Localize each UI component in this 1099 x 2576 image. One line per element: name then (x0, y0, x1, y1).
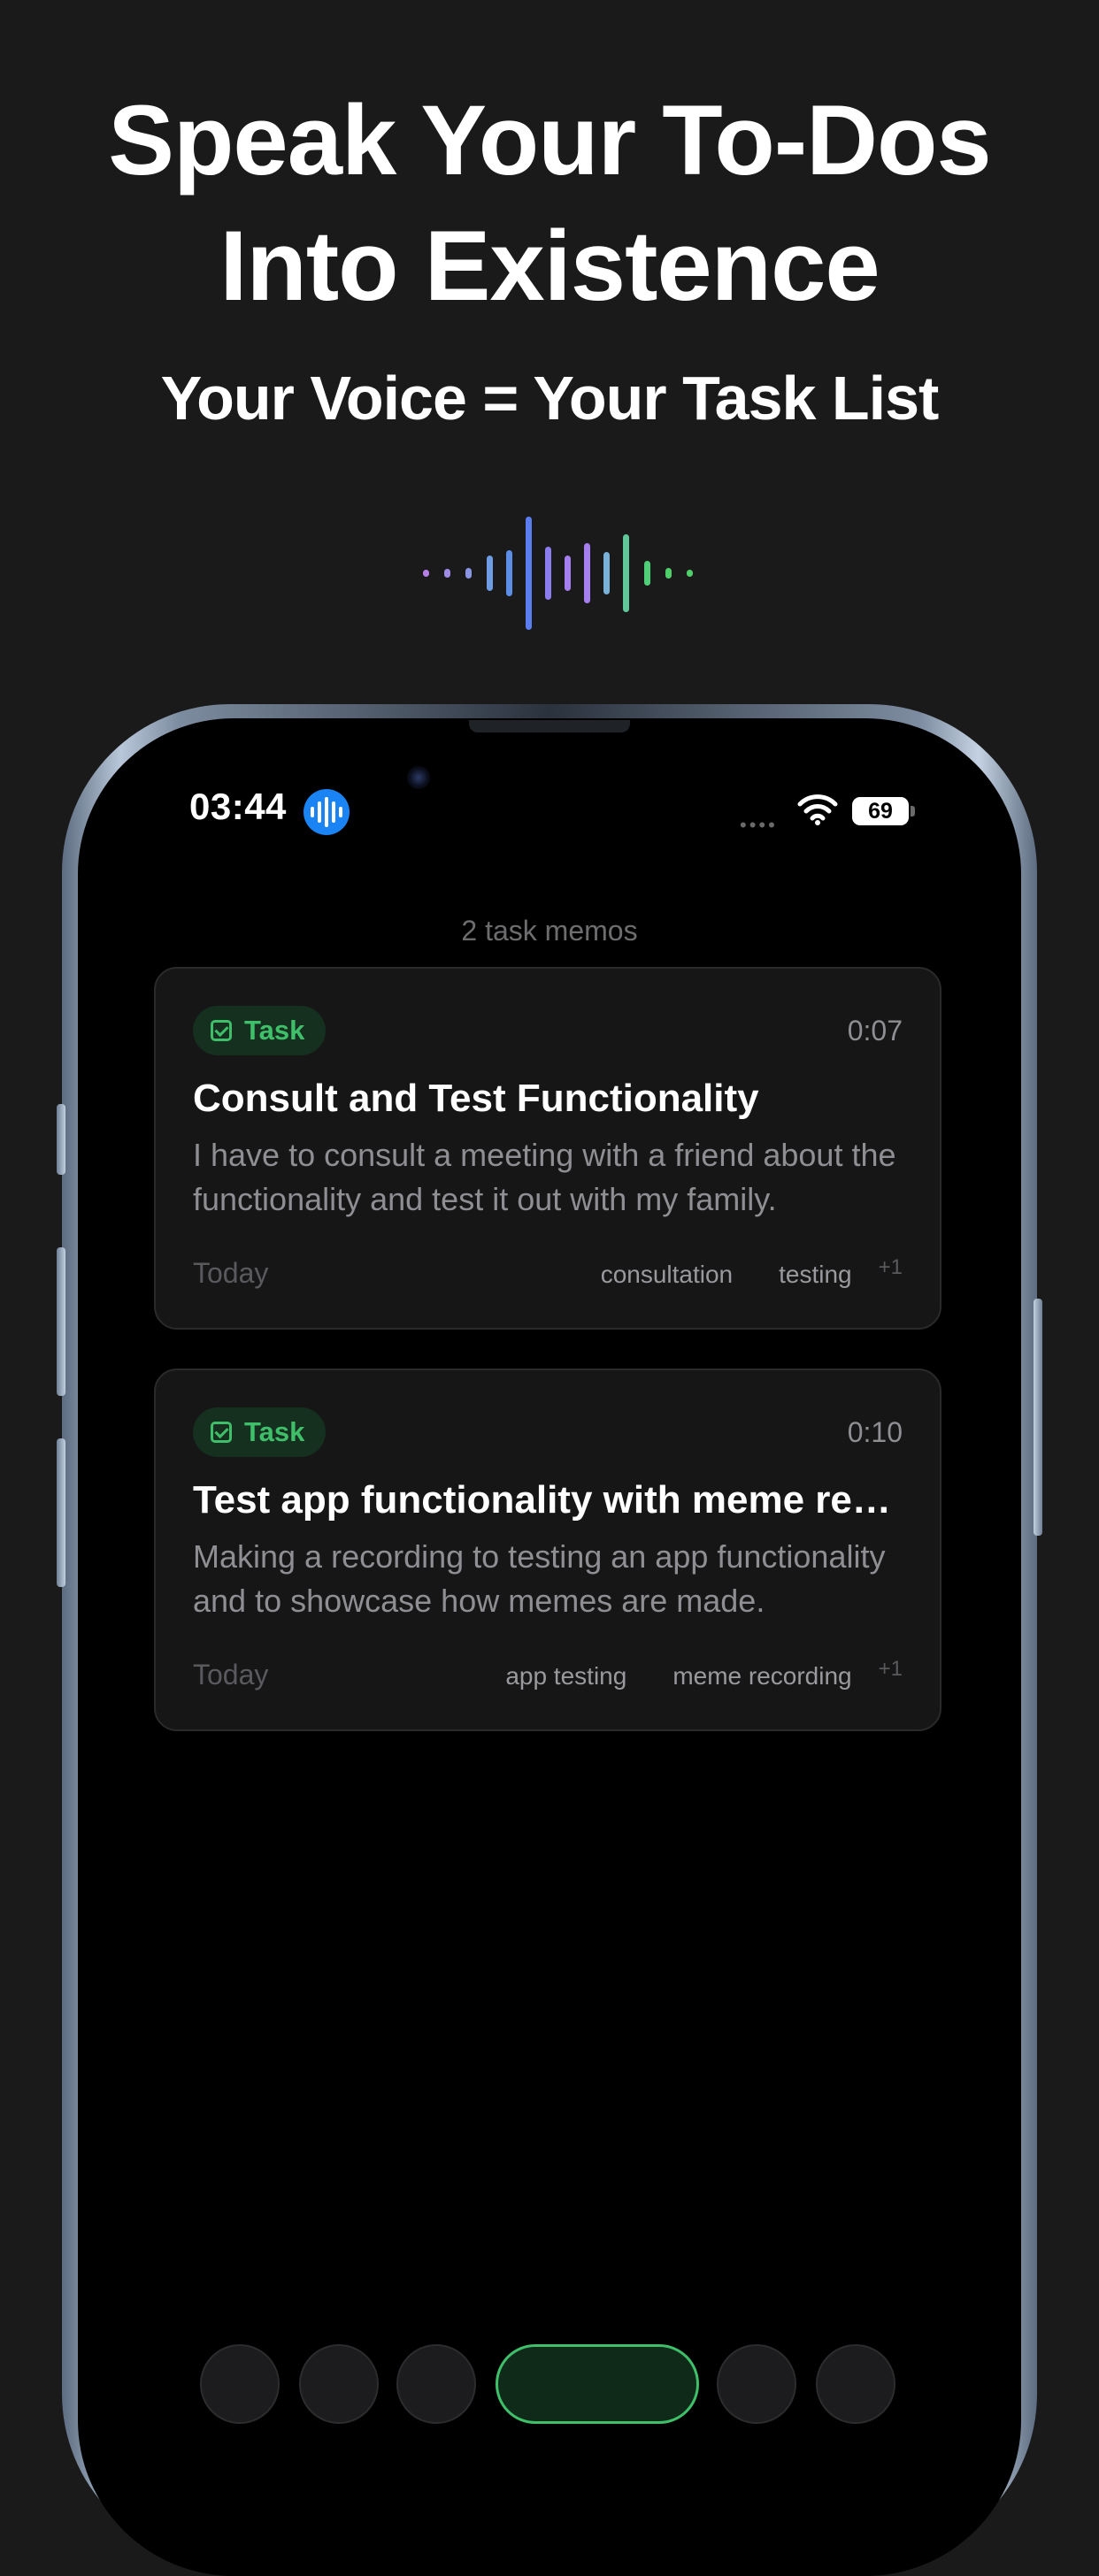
tab-favorites[interactable] (816, 2344, 895, 2424)
more-tags-count: +1 (878, 1255, 903, 1279)
tag[interactable]: consultation (601, 1261, 733, 1289)
memo-card[interactable]: Task 0:07 Consult and Test Functionality… (154, 967, 941, 1330)
headline-line-1: Speak Your To-Dos (108, 85, 991, 196)
voice-waveform-icon (416, 511, 693, 635)
memo-summary: I have to consult a meeting with a frien… (193, 1137, 896, 1217)
badge-label: Task (244, 1416, 305, 1447)
tag[interactable]: app testing (505, 1662, 626, 1690)
memo-date: Today (193, 1659, 269, 1690)
headline-line-2: Into Existence (219, 211, 880, 321)
hero-subhead: Your Voice = Your Task List (160, 364, 940, 433)
side-power-button (1034, 1299, 1042, 1536)
siri-waveform-icon[interactable] (304, 789, 350, 835)
memo-summary: Making a recording to testing an app fun… (193, 1538, 886, 1619)
volume-up-button (57, 1247, 65, 1396)
tag[interactable]: meme recording (672, 1662, 851, 1690)
memo-title: Test app functionality with meme recordi… (193, 1478, 906, 1522)
memo-duration: 0:07 (847, 1015, 903, 1046)
hero-headline: Speak Your To-Dos Into Existence (0, 78, 1099, 329)
battery-indicator: 69 (852, 797, 909, 825)
bottom-tab-bar (200, 2344, 899, 2424)
memo-card[interactable]: Task 0:10 Test app functionality with me… (154, 1368, 941, 1731)
status-time: 03:44 (189, 786, 287, 827)
front-camera (407, 766, 430, 789)
memo-count: 2 task memos (461, 915, 638, 947)
wifi-icon (797, 794, 838, 825)
task-badge: Task (193, 1407, 327, 1457)
checkbox-icon (211, 1422, 232, 1443)
tab-notes[interactable] (717, 2344, 796, 2424)
checkbox-icon (211, 1020, 232, 1041)
memo-date: Today (193, 1257, 269, 1289)
tab-search[interactable] (200, 2344, 280, 2424)
memo-tags: consultation testing +1 (555, 1255, 903, 1289)
tag[interactable]: testing (779, 1261, 852, 1289)
tab-calendar[interactable] (299, 2344, 379, 2424)
memo-title: Consult and Test Functionality (193, 1077, 759, 1120)
battery-cap (911, 806, 915, 816)
volume-down-button (57, 1438, 65, 1587)
action-button (57, 1104, 65, 1175)
tab-tasks-active[interactable] (496, 2344, 699, 2424)
memo-tags: app testing meme recording +1 (459, 1657, 903, 1690)
memo-duration: 0:10 (847, 1416, 903, 1448)
task-badge: Task (193, 1006, 327, 1055)
cellular-signal-icon: •••• (740, 814, 778, 836)
earpiece-speaker (469, 720, 630, 732)
badge-label: Task (244, 1015, 305, 1046)
tab-ideas[interactable] (396, 2344, 476, 2424)
more-tags-count: +1 (878, 1657, 903, 1681)
